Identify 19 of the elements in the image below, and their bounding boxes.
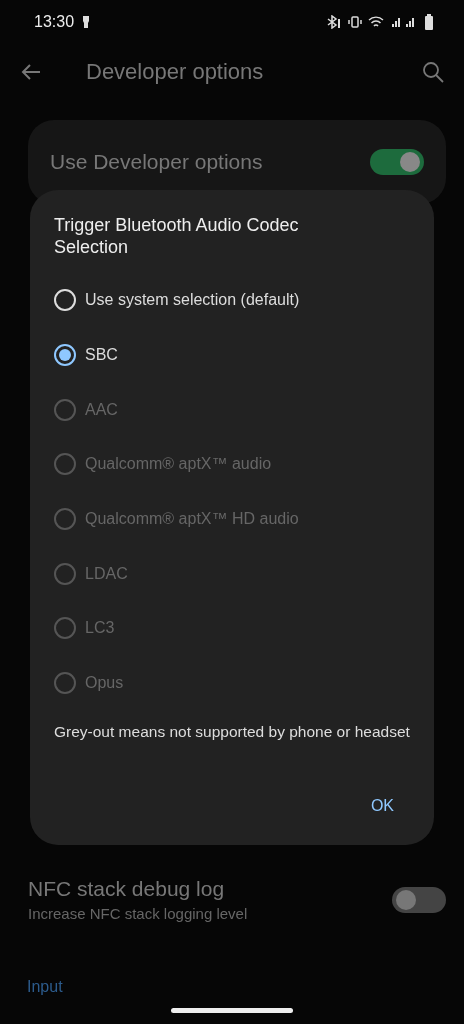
master-switch-label: Use Developer options [50,150,264,174]
wifi-icon [368,15,384,29]
home-indicator[interactable] [171,1007,293,1013]
battery-icon [424,14,434,30]
toggle-switch[interactable] [392,886,446,913]
search-icon[interactable] [422,61,444,83]
status-time: 13:30 [34,13,75,31]
radio-option[interactable]: SBC [54,327,408,383]
bluetooth-icon [326,15,342,29]
dialog-title: Trigger Bluetooth Audio Codec Selection [54,214,300,258]
ok-button[interactable]: OK [356,791,408,821]
page-title: Developer options [86,59,265,85]
radio-option[interactable]: Use system selection (default) [54,273,408,328]
setting-title: NFC stack debug log [28,877,226,901]
dialog-note: Grey-out means not supported by phone or headset [54,722,408,741]
setting-summary: Increase NFC stack logging level [28,905,249,922]
section-header: Input [27,978,64,996]
toggle-switch[interactable] [370,149,424,175]
vibrate-icon [348,15,362,29]
